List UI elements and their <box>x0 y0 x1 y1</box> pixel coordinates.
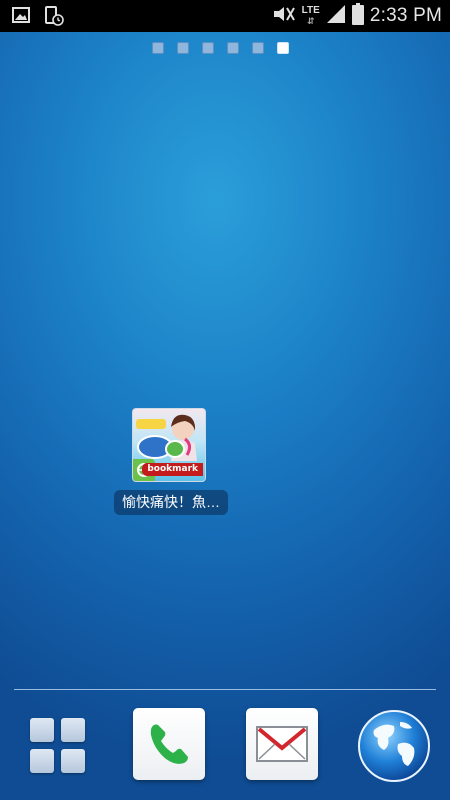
clock: 2:33 PM <box>369 5 442 26</box>
internet-button[interactable] <box>356 708 430 782</box>
page-dot-4[interactable] <box>227 42 239 54</box>
signal-icon <box>326 4 346 29</box>
page-dot-2[interactable] <box>177 42 189 54</box>
apps-grid-icon <box>61 749 85 773</box>
page-dot-3[interactable] <box>202 42 214 54</box>
phone-icon <box>150 724 188 764</box>
shortcut-label[interactable]: 愉快痛快！魚… <box>114 490 228 515</box>
status-bar[interactable]: LTE ⇵ 2:33 PM <box>0 0 450 32</box>
bookmark-tag: bookmark <box>142 463 203 476</box>
gallery-notification-icon <box>12 6 30 31</box>
vibrate-mute-icon <box>270 4 296 29</box>
email-button[interactable] <box>246 708 318 780</box>
lte-indicator: LTE ⇵ <box>301 5 320 27</box>
page-dot-5[interactable] <box>252 42 264 54</box>
phone-button[interactable] <box>133 708 205 780</box>
network-type-label: LTE <box>301 5 320 16</box>
data-activity-icon: ⇵ <box>306 16 315 26</box>
page-dot-1[interactable] <box>152 42 164 54</box>
page-dot-6-active[interactable] <box>277 42 289 54</box>
page-indicator[interactable] <box>152 42 289 54</box>
screenshot-notification-icon <box>44 6 64 31</box>
apps-button[interactable] <box>24 714 88 778</box>
bookmark-shortcut-icon[interactable]: bookmark <box>132 408 206 482</box>
battery-icon <box>351 2 364 30</box>
dock-divider <box>14 689 436 690</box>
globe-icon <box>358 710 430 782</box>
apps-grid-icon <box>30 749 54 773</box>
email-icon <box>256 726 308 762</box>
apps-grid-icon <box>30 718 54 742</box>
home-screen: LTE ⇵ 2:33 PM bookmark 愉快痛快！魚… <box>0 0 450 800</box>
apps-grid-icon <box>61 718 85 742</box>
bookmark-shortcut[interactable]: bookmark 愉快痛快！魚… <box>114 408 228 515</box>
